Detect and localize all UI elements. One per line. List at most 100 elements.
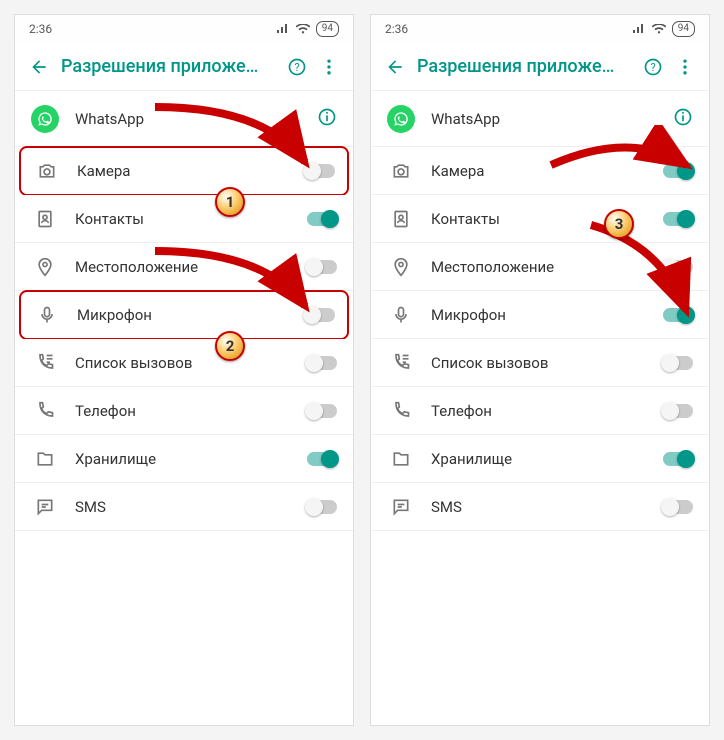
permission-toggle-phone[interactable]	[663, 404, 693, 418]
permission-row-mic: Микрофон	[19, 290, 349, 340]
permission-toggle-calllog[interactable]	[307, 356, 337, 370]
help-icon: ?	[287, 57, 307, 77]
permission-toggle-mic[interactable]	[663, 308, 693, 322]
permission-toggle-phone[interactable]	[307, 404, 337, 418]
permission-row-contacts: Контакты	[15, 195, 353, 243]
help-icon: ?	[643, 57, 663, 77]
svg-text:?: ?	[650, 61, 655, 74]
mic-icon	[33, 305, 61, 325]
permission-label: Местоположение	[75, 258, 307, 276]
permission-label: Микрофон	[77, 306, 305, 324]
permission-toggle-sms[interactable]	[307, 500, 337, 514]
permission-toggle-camera[interactable]	[663, 164, 693, 178]
permission-row-location: Местоположение	[15, 243, 353, 291]
annotation-badge-3: 3	[604, 209, 634, 239]
location-icon	[31, 257, 59, 277]
camera-icon	[33, 161, 61, 181]
sms-icon	[31, 497, 59, 517]
permission-toggle-location[interactable]	[663, 260, 693, 274]
permission-row-calllog: Список вызовов	[371, 339, 709, 387]
app-info-button[interactable]	[317, 107, 337, 131]
info-icon	[317, 107, 337, 127]
permission-label: Местоположение	[431, 258, 663, 276]
permission-label: Хранилище	[75, 450, 307, 468]
camera-icon	[387, 161, 415, 181]
storage-icon	[387, 449, 415, 469]
permission-row-phone: Телефон	[15, 387, 353, 435]
phone-left: 2:36 94 Разрешения приложе… ? WhatsApp К…	[14, 14, 354, 726]
status-right: 94	[632, 21, 695, 37]
permission-list-right: Камера Контакты Местоположение Микрофон Спис…	[371, 147, 709, 531]
arrow-back-icon	[29, 57, 49, 77]
more-button[interactable]	[313, 57, 345, 77]
permission-label: Список вызовов	[75, 354, 307, 372]
battery-indicator: 94	[316, 21, 339, 37]
permission-row-contacts: Контакты	[371, 195, 709, 243]
app-name: WhatsApp	[431, 110, 673, 128]
phone-right: 2:36 94 Разрешения приложе… ? WhatsApp К…	[370, 14, 710, 726]
permission-row-storage: Хранилище	[15, 435, 353, 483]
arrow-back-icon	[385, 57, 405, 77]
permission-toggle-contacts[interactable]	[663, 212, 693, 226]
permission-row-storage: Хранилище	[371, 435, 709, 483]
permission-label: Телефон	[431, 402, 663, 420]
help-button[interactable]: ?	[637, 57, 669, 77]
permission-row-camera: Камера	[371, 147, 709, 195]
back-button[interactable]	[379, 57, 411, 77]
permission-label: Микрофон	[431, 306, 663, 324]
permission-toggle-mic[interactable]	[305, 308, 335, 322]
phone-icon	[31, 401, 59, 421]
permission-toggle-storage[interactable]	[307, 452, 337, 466]
permission-toggle-calllog[interactable]	[663, 356, 693, 370]
app-header: WhatsApp	[371, 91, 709, 147]
permission-row-calllog: Список вызовов	[15, 339, 353, 387]
permission-label: Список вызовов	[431, 354, 663, 372]
wifi-icon	[296, 24, 310, 34]
whatsapp-icon	[31, 105, 59, 133]
permission-row-location: Местоположение	[371, 243, 709, 291]
calllog-icon	[31, 353, 59, 373]
help-button[interactable]: ?	[281, 57, 313, 77]
permission-row-sms: SMS	[371, 483, 709, 531]
page-title: Разрешения приложе…	[55, 56, 281, 77]
permission-row-camera: Камера	[19, 146, 349, 196]
contacts-icon	[31, 209, 59, 229]
permission-toggle-contacts[interactable]	[307, 212, 337, 226]
permission-toggle-storage[interactable]	[663, 452, 693, 466]
more-button[interactable]	[669, 57, 701, 77]
contacts-icon	[387, 209, 415, 229]
permission-row-phone: Телефон	[371, 387, 709, 435]
svg-text:?: ?	[294, 61, 299, 74]
status-time: 2:36	[385, 22, 408, 36]
permission-label: Хранилище	[431, 450, 663, 468]
permission-toggle-camera[interactable]	[305, 164, 335, 178]
status-right: 94	[276, 21, 339, 37]
whatsapp-icon	[387, 105, 415, 133]
app-info-button[interactable]	[673, 107, 693, 131]
permission-toggle-sms[interactable]	[663, 500, 693, 514]
permission-label: SMS	[75, 498, 307, 516]
annotation-badge-1: 1	[215, 187, 245, 217]
permission-label: SMS	[431, 498, 663, 516]
permission-row-mic: Микрофон	[371, 291, 709, 339]
title-bar: Разрешения приложе… ?	[371, 43, 709, 91]
location-icon	[387, 257, 415, 277]
permission-label: Камера	[431, 162, 663, 180]
permission-row-sms: SMS	[15, 483, 353, 531]
permission-toggle-location[interactable]	[307, 260, 337, 274]
app-header: WhatsApp	[15, 91, 353, 147]
page-title: Разрешения приложе…	[411, 56, 637, 77]
status-bar: 2:36 94	[371, 15, 709, 43]
mic-icon	[387, 305, 415, 325]
phone-icon	[387, 401, 415, 421]
permission-label: Контакты	[75, 210, 307, 228]
back-button[interactable]	[23, 57, 55, 77]
status-bar: 2:36 94	[15, 15, 353, 43]
more-vert-icon	[319, 57, 339, 77]
annotation-badge-2: 2	[215, 331, 245, 361]
wifi-icon	[652, 24, 666, 34]
info-icon	[673, 107, 693, 127]
signal-icon	[276, 24, 290, 34]
title-bar: Разрешения приложе… ?	[15, 43, 353, 91]
permission-list-left: Камера Контакты Местоположение Микрофон Спис…	[15, 146, 353, 531]
